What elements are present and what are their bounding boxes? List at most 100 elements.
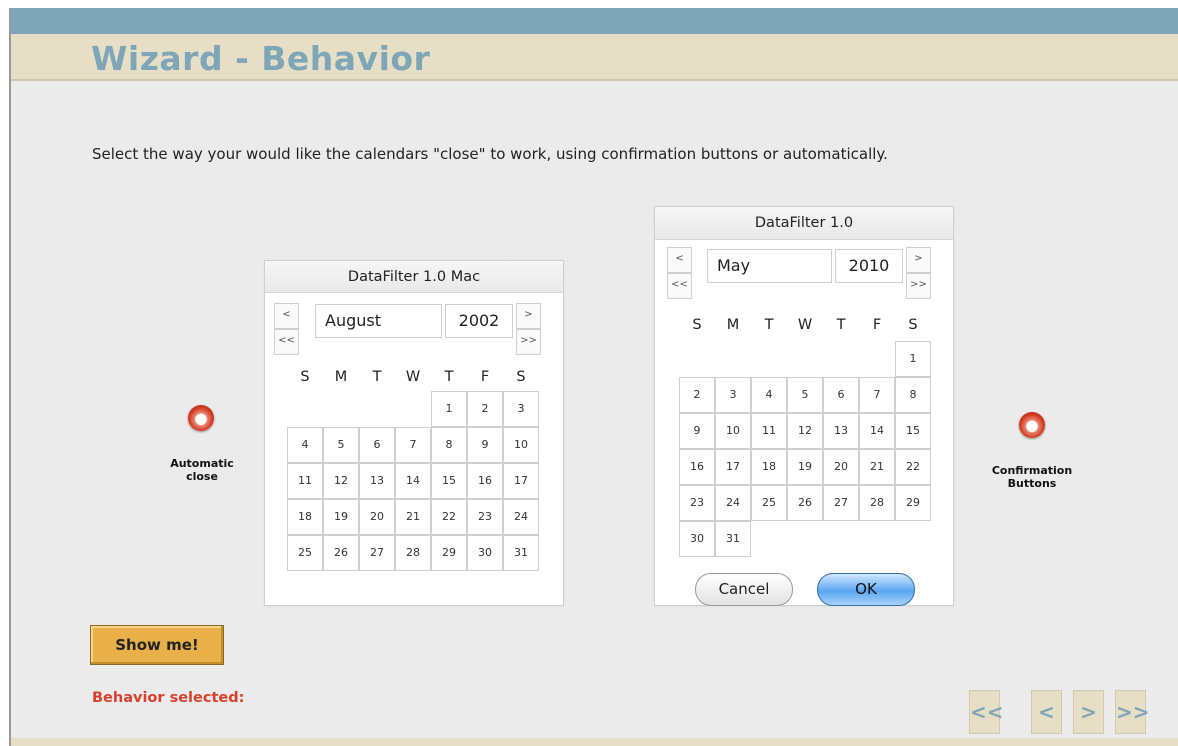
day-cell[interactable]: 7 — [395, 427, 431, 463]
weekday-label: T — [444, 369, 454, 385]
calendar-title: DataFilter 1.0 — [655, 207, 953, 240]
day-cell[interactable]: 31 — [503, 535, 539, 571]
day-cell[interactable]: 17 — [503, 463, 539, 499]
day-cell[interactable]: 22 — [431, 499, 467, 535]
weekday-label: S — [908, 317, 918, 333]
day-cell[interactable]: 2 — [467, 391, 503, 427]
next-month-button[interactable]: > — [906, 247, 931, 273]
first-step-button[interactable]: << — [969, 690, 1004, 734]
day-cell[interactable]: 1 — [895, 341, 931, 377]
day-cell[interactable]: 18 — [287, 499, 323, 535]
next-year-button[interactable]: >> — [516, 329, 541, 355]
day-cell[interactable]: 3 — [503, 391, 539, 427]
next-step-button[interactable]: > — [1073, 690, 1104, 734]
show-me-button[interactable]: Show me! — [90, 625, 224, 665]
day-cell[interactable]: 29 — [895, 485, 931, 521]
day-cell[interactable]: 9 — [467, 427, 503, 463]
weekday-label: T — [836, 317, 846, 333]
top-bar — [11, 8, 1178, 34]
automatic-label-line1: Automatic — [170, 457, 234, 470]
prev-year-button[interactable]: << — [274, 329, 299, 355]
prev-year-button[interactable]: << — [667, 273, 692, 299]
day-cell[interactable]: 11 — [751, 413, 787, 449]
day-cell[interactable]: 25 — [751, 485, 787, 521]
day-cell[interactable]: 25 — [287, 535, 323, 571]
day-cell[interactable]: 7 — [859, 377, 895, 413]
day-cell[interactable]: 28 — [395, 535, 431, 571]
day-cell[interactable]: 2 — [679, 377, 715, 413]
year-field[interactable]: 2002 — [445, 304, 513, 338]
bottom-bar — [11, 738, 1178, 746]
confirmation-label-line2: Buttons — [1007, 477, 1057, 490]
day-cell[interactable]: 21 — [859, 449, 895, 485]
page-title: Wizard - Behavior — [91, 39, 431, 78]
previous-step-button[interactable]: < — [1031, 690, 1062, 734]
title-band: Wizard - Behavior — [11, 34, 1178, 81]
day-cell[interactable]: 6 — [823, 377, 859, 413]
year-field[interactable]: 2010 — [835, 249, 903, 283]
wizard-window: Wizard - Behavior Select the way your wo… — [9, 8, 1178, 746]
day-cell[interactable]: 18 — [751, 449, 787, 485]
day-cell[interactable]: 14 — [859, 413, 895, 449]
day-cell[interactable]: 16 — [467, 463, 503, 499]
day-cell[interactable]: 12 — [323, 463, 359, 499]
day-cell[interactable]: 24 — [503, 499, 539, 535]
day-cell[interactable]: 13 — [359, 463, 395, 499]
day-cell[interactable]: 14 — [395, 463, 431, 499]
day-cell[interactable]: 23 — [679, 485, 715, 521]
day-cell[interactable]: 8 — [895, 377, 931, 413]
day-cell[interactable]: 23 — [467, 499, 503, 535]
day-cell[interactable]: 8 — [431, 427, 467, 463]
day-cell[interactable]: 10 — [715, 413, 751, 449]
behavior-selected-label: Behavior selected: — [92, 690, 245, 706]
next-month-button[interactable]: > — [516, 303, 541, 329]
prev-month-button[interactable]: < — [667, 247, 692, 273]
weekday-label: M — [334, 369, 348, 385]
day-cell[interactable]: 31 — [715, 521, 751, 557]
day-cell[interactable]: 24 — [715, 485, 751, 521]
day-cell[interactable]: 15 — [895, 413, 931, 449]
day-cell[interactable]: 4 — [751, 377, 787, 413]
automatic-close-radio[interactable] — [188, 405, 214, 431]
confirmation-buttons-radio[interactable] — [1019, 412, 1045, 438]
weekday-label: S — [516, 369, 526, 385]
day-cell[interactable]: 10 — [503, 427, 539, 463]
weekday-label: W — [405, 369, 421, 385]
cancel-button[interactable]: Cancel — [695, 573, 793, 606]
day-cell[interactable]: 27 — [823, 485, 859, 521]
day-cell[interactable]: 27 — [359, 535, 395, 571]
day-cell[interactable]: 15 — [431, 463, 467, 499]
day-cell[interactable]: 16 — [679, 449, 715, 485]
day-cell[interactable]: 5 — [787, 377, 823, 413]
last-step-button[interactable]: >> — [1115, 690, 1150, 734]
day-cell[interactable]: 19 — [323, 499, 359, 535]
day-cell[interactable]: 9 — [679, 413, 715, 449]
day-cell[interactable]: 21 — [395, 499, 431, 535]
day-cell[interactable]: 20 — [359, 499, 395, 535]
prev-month-button[interactable]: < — [274, 303, 299, 329]
day-cell[interactable]: 26 — [323, 535, 359, 571]
next-year-button[interactable]: >> — [906, 273, 931, 299]
day-cell[interactable]: 22 — [895, 449, 931, 485]
day-cell[interactable]: 11 — [287, 463, 323, 499]
day-cell[interactable]: 12 — [787, 413, 823, 449]
day-cell[interactable]: 4 — [287, 427, 323, 463]
day-cell[interactable]: 30 — [679, 521, 715, 557]
day-cell[interactable]: 13 — [823, 413, 859, 449]
day-cell[interactable]: 6 — [359, 427, 395, 463]
day-cell[interactable]: 17 — [715, 449, 751, 485]
ok-button[interactable]: OK — [817, 573, 915, 606]
instructions-text: Select the way your would like the calen… — [92, 145, 888, 163]
confirmation-buttons-label: Confirmation Buttons — [977, 464, 1087, 490]
month-field[interactable]: August — [315, 304, 442, 338]
day-cell[interactable]: 26 — [787, 485, 823, 521]
month-field[interactable]: May — [707, 249, 832, 283]
day-cell[interactable]: 30 — [467, 535, 503, 571]
day-cell[interactable]: 28 — [859, 485, 895, 521]
day-cell[interactable]: 20 — [823, 449, 859, 485]
day-cell[interactable]: 1 — [431, 391, 467, 427]
day-cell[interactable]: 19 — [787, 449, 823, 485]
day-cell[interactable]: 29 — [431, 535, 467, 571]
day-cell[interactable]: 3 — [715, 377, 751, 413]
day-cell[interactable]: 5 — [323, 427, 359, 463]
